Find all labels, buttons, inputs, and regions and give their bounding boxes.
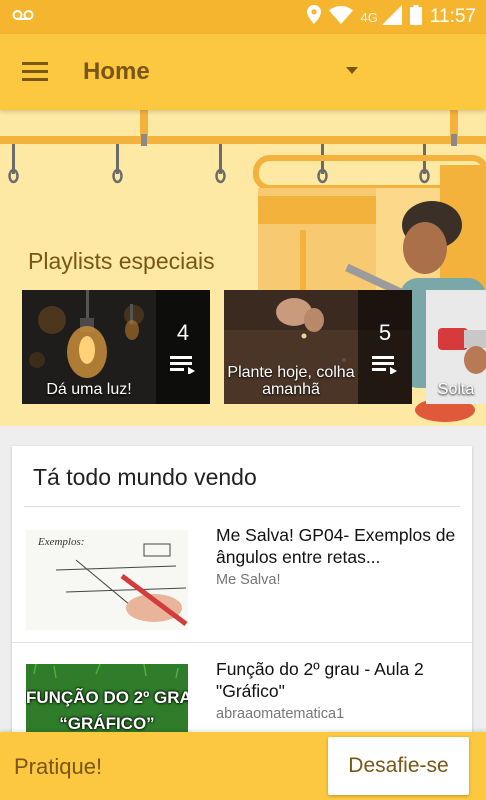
playlist-title: Plante hoje, colha amanhã [227,364,355,398]
video-channel: Me Salva! [216,572,281,588]
section-title: Playlists especiais [28,248,215,274]
practice-button[interactable]: Pratique! [14,754,102,780]
playlist-icon [372,356,398,379]
page-title: Home [83,58,150,85]
playlist-card[interactable]: 5 Plante hoje, colha amanhã [224,290,412,404]
thumbnail-subtext: “GRÁFICO” [59,714,155,733]
video-item[interactable]: FUNÇÃO DO 2º GRAU “GRÁFICO” Função do 2º… [12,642,472,746]
bottom-bar: Pratique! Desafie-se [0,732,486,800]
playlist-card[interactable]: Solta [426,290,486,404]
playlist-count-panel: 4 [156,290,210,404]
video-item[interactable]: Exemplos: Me Salva! GP04- Exemplos de ân… [12,508,472,642]
status-bar: 4G 11:57 [0,0,486,34]
video-thumbnail: Exemplos: [26,530,188,630]
playlist-count: 5 [378,320,392,345]
video-channel: abraaomatematica1 [216,706,345,722]
hamburger-menu-icon[interactable] [22,61,50,83]
location-icon [306,5,321,29]
clock: 11:57 [429,6,476,27]
wifi-icon [328,5,353,29]
playlist-card[interactable]: 4 Dá uma luz! [22,290,210,404]
video-title: Função do 2º grau - Aula 2 "Gráfico" [216,659,424,701]
playlist-icon [170,356,196,379]
voicemail-icon [12,8,34,27]
battery-icon [409,4,422,30]
playlist-count: 4 [176,320,190,345]
signal-icon [381,4,402,30]
network-type: 4G [360,9,378,25]
section-heading: Tá todo mundo vendo [33,464,257,490]
thumbnail-text: Exemplos: [38,536,85,548]
playlist-count-panel: 5 [358,290,412,404]
app-bar: Home [0,34,486,110]
thumbnail-text: FUNÇÃO DO 2º GRAU [26,688,188,707]
playlist-title: Dá uma luz! [46,381,132,398]
trending-card: Tá todo mundo vendo Exemplos: Me Salva! … [12,446,472,746]
hero-banner: Playlists especiais 4 Dá uma luz! 5 Plan… [0,110,486,426]
video-title: Me Salva! GP04- Exemplos de ângulos entr… [216,525,456,567]
arrow-drop-down-icon[interactable] [340,64,364,80]
playlist-title: Solta [437,381,475,398]
divider [24,506,460,507]
challenge-button[interactable]: Desafie-se [328,737,469,795]
